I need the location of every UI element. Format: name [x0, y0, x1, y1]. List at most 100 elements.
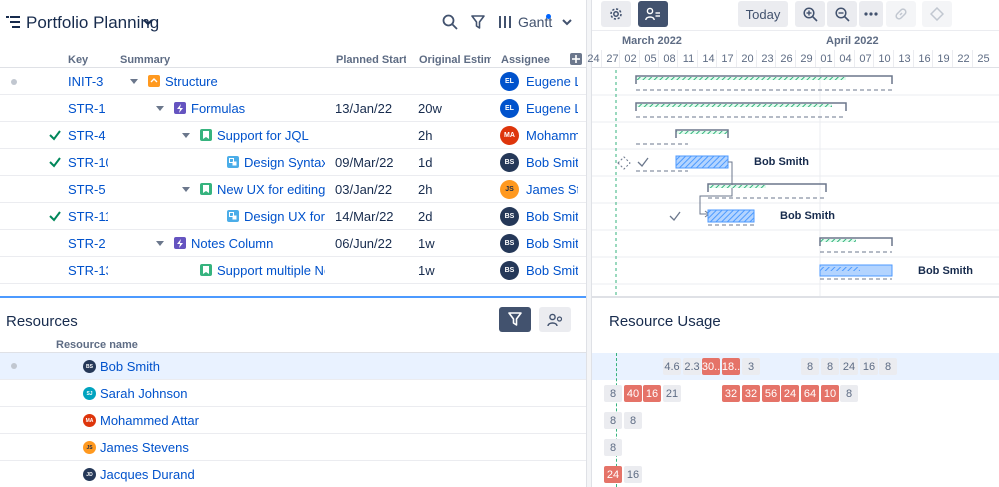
usage-cell[interactable]: 8 [801, 358, 819, 375]
assignee[interactable]: Bob Smith [526, 263, 578, 278]
resource-name[interactable]: Bob Smith [100, 359, 160, 374]
issue-key[interactable]: STR-2 [68, 236, 108, 251]
usage-cell[interactable]: 16 [643, 385, 661, 402]
usage-cell[interactable]: 8 [840, 385, 858, 402]
planned-start[interactable]: 03/Jan/22 [335, 182, 392, 197]
planned-start[interactable]: 09/Mar/22 [335, 155, 394, 170]
search-icon[interactable] [440, 12, 460, 32]
issue-summary[interactable]: Structure [165, 74, 325, 89]
collapse-icon[interactable] [130, 77, 138, 85]
usage-cell[interactable]: 8 [604, 412, 622, 429]
resource-name[interactable]: James Stevens [100, 440, 189, 455]
gantt-bar-str-13[interactable] [819, 264, 893, 280]
menu-icon[interactable] [6, 14, 22, 30]
more-options-button[interactable] [859, 1, 883, 27]
today-button[interactable]: Today [738, 1, 788, 27]
column-header-original-estimate[interactable]: Original Estim [419, 54, 491, 66]
gantt-bar-str-11[interactable] [669, 209, 755, 226]
usage-cell[interactable]: 32 [742, 385, 760, 402]
view-switcher-button[interactable]: Gantt [498, 12, 572, 32]
column-header-assignee[interactable]: Assignee [501, 54, 550, 66]
table-row[interactable]: STR-2 Notes Column 06/Jun/22 1w BS Bob S… [0, 230, 586, 257]
issue-summary[interactable]: Support multiple Not [217, 263, 325, 278]
resource-row[interactable]: SJ Sarah Johnson [0, 380, 586, 407]
resource-view-button[interactable] [638, 1, 668, 27]
usage-cell[interactable]: 56 [762, 385, 780, 402]
original-estimate[interactable]: 20w [418, 101, 442, 116]
usage-cell[interactable]: 8 [604, 385, 622, 402]
usage-cell[interactable]: 32 [722, 385, 740, 402]
resource-row[interactable]: BS Bob Smith [0, 353, 586, 380]
planned-start[interactable]: 13/Jan/22 [335, 101, 392, 116]
usage-cell[interactable]: 8 [879, 358, 897, 375]
planned-start[interactable]: 06/Jun/22 [335, 236, 392, 251]
filter-icon[interactable] [468, 12, 488, 32]
usage-cell[interactable]: 2.3 [683, 358, 701, 375]
table-row[interactable]: STR-11 Design UX for n 14/Mar/22 2d BS B… [0, 203, 586, 230]
usage-cell[interactable]: 24 [840, 358, 858, 375]
column-header-resource-name[interactable]: Resource name [56, 339, 138, 351]
chevron-down-icon[interactable] [143, 17, 153, 27]
original-estimate[interactable]: 2h [418, 128, 432, 143]
assignee[interactable]: James Ste [526, 182, 578, 197]
horizontal-splitter[interactable] [0, 296, 586, 298]
usage-cell[interactable]: 30.. [702, 358, 720, 375]
issue-key[interactable]: STR-11 [68, 209, 108, 224]
assignee[interactable]: Bob Smith [526, 236, 578, 251]
usage-cell[interactable]: 24 [604, 466, 622, 483]
usage-cell[interactable]: 16 [860, 358, 878, 375]
original-estimate[interactable]: 1d [418, 155, 432, 170]
issue-summary[interactable]: Formulas [191, 101, 325, 116]
original-estimate[interactable]: 1w [418, 236, 435, 251]
resource-settings-button[interactable] [539, 307, 571, 332]
usage-cell[interactable]: 21 [663, 385, 681, 402]
planned-start[interactable]: 14/Mar/22 [335, 209, 394, 224]
assignee[interactable]: Eugene Le [526, 74, 578, 89]
collapse-icon[interactable] [156, 104, 164, 112]
zoom-out-button[interactable] [827, 1, 857, 27]
usage-cell[interactable]: 16 [624, 466, 642, 483]
gantt-bar-str-10[interactable] [617, 155, 729, 172]
gantt-bar-str-2[interactable] [819, 237, 893, 253]
table-row[interactable]: STR-13 Support multiple Not 1w BS Bob Sm… [0, 257, 586, 284]
usage-cell[interactable]: 3 [742, 358, 760, 375]
collapse-icon[interactable] [156, 239, 164, 247]
usage-cell[interactable]: 4.6 [663, 358, 681, 375]
settings-button[interactable] [601, 1, 631, 27]
usage-cell[interactable]: 40 [624, 385, 642, 402]
original-estimate[interactable]: 2d [418, 209, 432, 224]
gantt-bar-str-1[interactable] [635, 102, 847, 118]
gantt-chart[interactable] [592, 68, 999, 296]
usage-cell[interactable]: 64 [801, 385, 819, 402]
original-estimate[interactable]: 2h [418, 182, 432, 197]
resource-row[interactable]: JS James Stevens [0, 434, 586, 461]
table-row[interactable]: STR-5 New UX for editing a 03/Jan/22 2h … [0, 176, 586, 203]
resource-row[interactable]: MA Mohammed Attar [0, 407, 586, 434]
add-column-icon[interactable] [570, 53, 582, 65]
issue-summary[interactable]: Support for JQL [217, 128, 325, 143]
resource-name[interactable]: Sarah Johnson [100, 386, 187, 401]
collapse-icon[interactable] [182, 185, 190, 193]
assignee[interactable]: Bob Smith [526, 155, 578, 170]
column-header-planned-start[interactable]: Planned Start [336, 54, 406, 66]
resource-name[interactable]: Jacques Durand [100, 467, 195, 482]
assignee[interactable]: Mohamme [526, 128, 578, 143]
table-row[interactable]: INIT-3 Structure EL Eugene Le [0, 68, 586, 95]
zoom-in-button[interactable] [795, 1, 825, 27]
milestone-button[interactable] [922, 1, 952, 27]
gantt-bar-str-4[interactable] [636, 129, 729, 145]
table-row[interactable]: STR-4 Support for JQL 2h MA Mohamme [0, 122, 586, 149]
issue-summary[interactable]: Design UX for n [244, 209, 325, 224]
usage-cell[interactable]: 24 [781, 385, 799, 402]
issue-summary[interactable]: Design Syntax [244, 155, 325, 170]
table-row[interactable]: STR-10 Design Syntax 09/Mar/22 1d BS Bob… [0, 149, 586, 176]
column-header-summary[interactable]: Summary [120, 54, 170, 66]
original-estimate[interactable]: 1w [418, 263, 435, 278]
assignee[interactable]: Eugene Le [526, 101, 578, 116]
issue-key[interactable]: STR-4 [68, 128, 108, 143]
link-button[interactable] [886, 1, 916, 27]
issue-key[interactable]: INIT-3 [68, 74, 108, 89]
resource-row[interactable]: JD Jacques Durand [0, 461, 586, 487]
issue-summary[interactable]: Notes Column [191, 236, 325, 251]
page-title[interactable]: Portfolio Planning [26, 13, 159, 33]
